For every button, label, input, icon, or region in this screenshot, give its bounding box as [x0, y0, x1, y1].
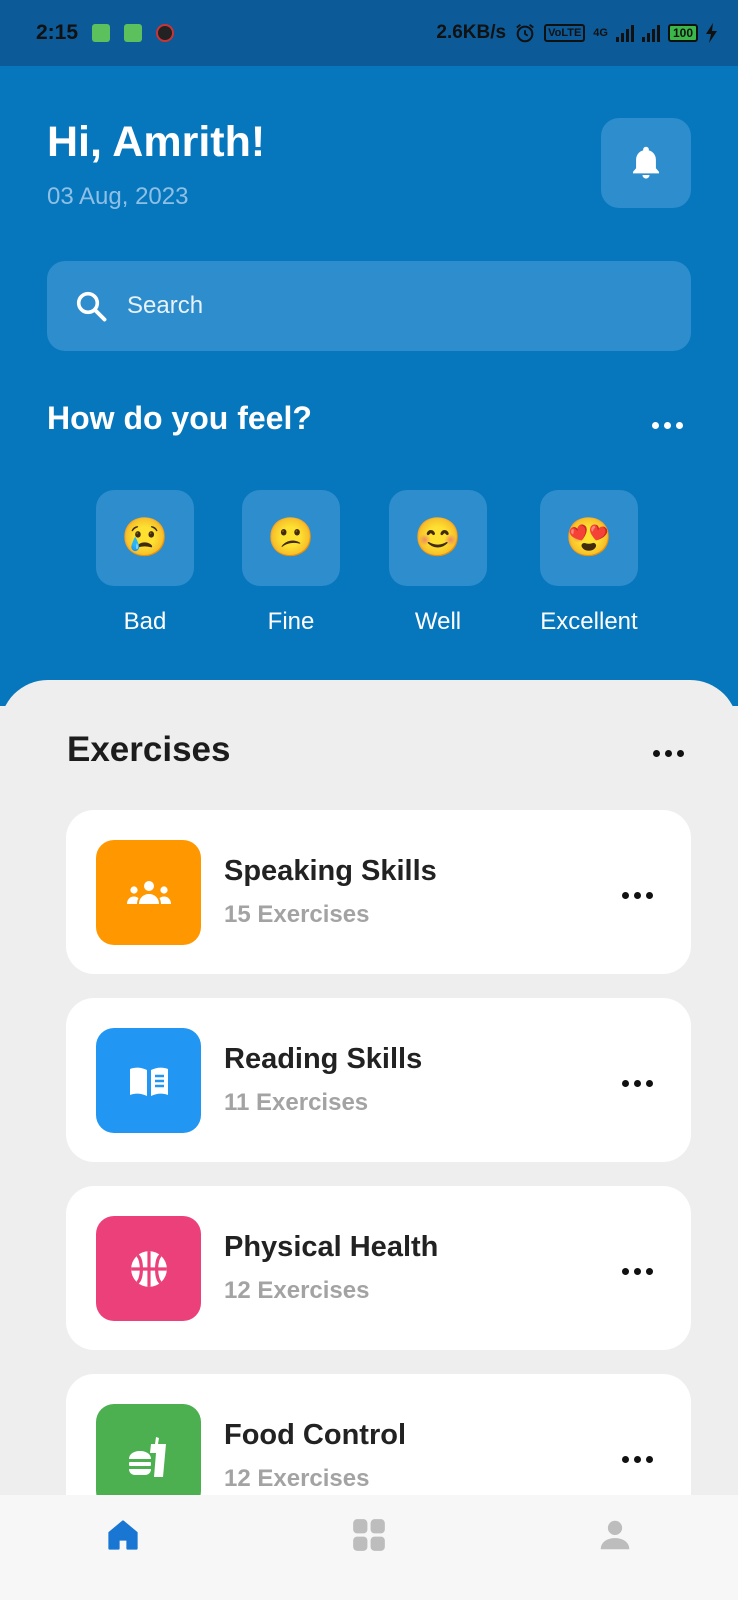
greeting: Hi, Amrith!: [47, 118, 266, 166]
search-bar[interactable]: [47, 261, 691, 351]
mood-emoji: 😍: [565, 517, 613, 559]
bell-icon: [632, 146, 660, 179]
status-bar: 2:15 2.6KB/s VoLTE 4G 100: [0, 0, 738, 66]
person-icon: [600, 1520, 630, 1550]
fastfood-icon: [96, 1404, 201, 1509]
mood-bad[interactable]: 😢 Bad: [85, 490, 205, 636]
exercise-count: 15 Exercises: [224, 901, 370, 928]
feel-more-button[interactable]: [652, 416, 683, 435]
nav-home-button[interactable]: [78, 1495, 168, 1575]
basketball-icon: [96, 1216, 201, 1321]
notifications-button[interactable]: [601, 118, 691, 208]
exercise-card-reading[interactable]: Reading Skills 11 Exercises: [66, 998, 691, 1162]
network-type: 4G: [593, 27, 608, 39]
battery-icon: 100: [667, 24, 698, 42]
exercise-name: Speaking Skills: [224, 855, 437, 887]
nav-dashboard-button[interactable]: [324, 1495, 414, 1575]
app-notification-icon: [156, 24, 175, 42]
mood-well[interactable]: 😊 Well: [378, 490, 498, 636]
nav-profile-button[interactable]: [570, 1495, 660, 1575]
card-more-button[interactable]: [622, 1450, 653, 1469]
volte-badge: VoLTE: [544, 24, 586, 42]
charging-icon: [706, 23, 717, 43]
mood-emoji: 😢: [121, 517, 169, 559]
mood-label: Well: [414, 608, 462, 635]
exercise-count: 12 Exercises: [224, 1277, 370, 1304]
mood-fine[interactable]: 😕 Fine: [231, 490, 351, 636]
exercise-card-physical[interactable]: Physical Health 12 Exercises: [66, 1186, 691, 1350]
exercise-count: 12 Exercises: [224, 1465, 370, 1492]
card-more-button[interactable]: [622, 1074, 653, 1093]
mood-emoji: 😕: [267, 517, 315, 559]
feel-title: How do you feel?: [47, 400, 312, 436]
network-speed: 2.6KB/s: [436, 22, 507, 43]
android-notification-icon: [124, 24, 143, 42]
exercise-name: Food Control: [224, 1419, 407, 1451]
mood-emoji: 😊: [414, 517, 462, 559]
alarm-icon: [516, 24, 534, 43]
exercises-title: Exercises: [67, 730, 231, 769]
exercise-count: 11 Exercises: [224, 1089, 369, 1116]
date-label: 03 Aug, 2023: [47, 183, 189, 210]
mood-excellent[interactable]: 😍 Excellent: [529, 490, 649, 636]
android-notification-icon: [92, 24, 111, 42]
mood-label: Excellent: [540, 608, 638, 635]
mood-label: Bad: [123, 608, 167, 635]
card-more-button[interactable]: [622, 886, 653, 905]
confused-face-icon: 😕: [242, 490, 340, 586]
search-input[interactable]: [125, 291, 649, 321]
exercises-more-button[interactable]: [653, 744, 684, 763]
card-more-button[interactable]: [622, 1262, 653, 1281]
smiling-face-icon: 😊: [389, 490, 487, 586]
mood-label: Fine: [267, 608, 315, 635]
exercise-name: Reading Skills: [224, 1043, 423, 1075]
status-time: 2:15: [36, 21, 79, 44]
signal-icon: [615, 24, 634, 42]
signal-icon: [641, 24, 660, 42]
search-icon: [76, 291, 107, 322]
group-icon: [96, 840, 201, 945]
home-icon: [108, 1520, 138, 1550]
grid-icon: [353, 1519, 385, 1551]
exercise-name: Physical Health: [224, 1231, 439, 1263]
crying-face-icon: 😢: [96, 490, 194, 586]
bottom-navigation: [0, 1495, 738, 1600]
heart-eyes-face-icon: 😍: [540, 490, 638, 586]
exercise-card-speaking[interactable]: Speaking Skills 15 Exercises: [66, 810, 691, 974]
book-icon: [96, 1028, 201, 1133]
